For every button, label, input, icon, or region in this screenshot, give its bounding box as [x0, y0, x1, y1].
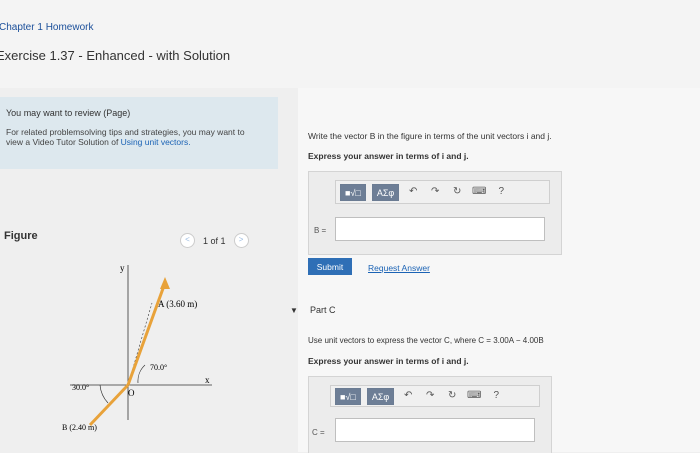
vector-a-head — [160, 277, 170, 289]
templates-button-c[interactable]: ■√□ — [335, 387, 361, 405]
request-answer-link[interactable]: Request Answer — [368, 263, 430, 273]
part-b-answer-input[interactable] — [335, 217, 545, 241]
part-c-toggle-icon[interactable]: ▼ — [290, 306, 298, 315]
figure-heading: Figure — [4, 230, 38, 242]
page-title: Exercise 1.37 - Enhanced - with Solution — [0, 48, 231, 63]
undo-icon[interactable]: ↶ — [405, 184, 421, 200]
video-tutor-link[interactable]: Using unit vectors. — [121, 137, 191, 147]
part-b-question: Write the vector B in the figure in term… — [308, 131, 552, 141]
y-axis-label: y — [120, 263, 125, 273]
redo-icon-c[interactable]: ↷ — [422, 388, 438, 404]
vector-figure: y x O A (3.60 m) 70.0° 30.0° B (2.40 m) — [62, 263, 212, 432]
reset-icon[interactable]: ↻ — [449, 184, 465, 200]
redo-icon[interactable]: ↷ — [427, 184, 443, 200]
help-icon[interactable]: ? — [493, 184, 509, 200]
undo-icon-c[interactable]: ↶ — [400, 388, 416, 404]
part-c-math-toolbar: ■√□ ΑΣφ ↶ ↷ ↻ ⌨ ? — [330, 385, 540, 407]
part-c-instruction: Express your answer in terms of i and j. — [308, 356, 469, 366]
symbols-button-c[interactable]: ΑΣφ — [366, 387, 395, 405]
x-axis-label: x — [205, 375, 210, 385]
review-title: You may want to review (Page) — [6, 108, 131, 118]
templates-button[interactable]: ■√□ — [340, 183, 366, 201]
pager-text: 1 of 1 — [203, 235, 226, 246]
reset-icon-c[interactable]: ↻ — [444, 388, 460, 404]
next-figure-button[interactable]: > — [233, 233, 249, 248]
vector-a-label: A (3.60 m) — [158, 299, 197, 309]
origin-label: O — [128, 388, 135, 398]
angle-a-arc — [137, 364, 146, 384]
part-b-math-toolbar: ■√□ ΑΣφ ↶ ↷ ↻ ⌨ ? — [335, 180, 550, 204]
breadcrumb[interactable]: Chapter 1 Homework — [0, 22, 93, 33]
angle-b-arc — [99, 384, 109, 404]
symbols-button[interactable]: ΑΣφ — [371, 183, 400, 201]
keyboard-icon[interactable]: ⌨ — [471, 184, 487, 200]
submit-button[interactable]: Submit — [308, 258, 352, 275]
vector-b-arrow — [88, 383, 130, 427]
part-c-question: Use unit vectors to express the vector C… — [308, 336, 544, 345]
review-text: For related problemsolving tips and stra… — [6, 127, 256, 147]
figure-pager: < 1 of 1 > — [180, 233, 249, 248]
header-bar — [0, 0, 700, 88]
part-c-answer-input[interactable] — [335, 418, 535, 442]
vector-b-label: B (2.40 m) — [62, 423, 97, 432]
part-c-title[interactable]: Part C — [310, 305, 336, 315]
angle-a-label: 70.0° — [150, 363, 167, 372]
keyboard-icon-c[interactable]: ⌨ — [466, 388, 482, 404]
help-icon-c[interactable]: ? — [488, 388, 504, 404]
part-c-answer-label: C = — [312, 428, 325, 437]
part-b-answer-label: B = — [314, 226, 327, 235]
part-b-instruction: Express your answer in terms of i and j. — [308, 151, 469, 161]
angle-b-label: 30.0° — [72, 383, 89, 392]
prev-figure-button[interactable]: < — [180, 233, 195, 248]
